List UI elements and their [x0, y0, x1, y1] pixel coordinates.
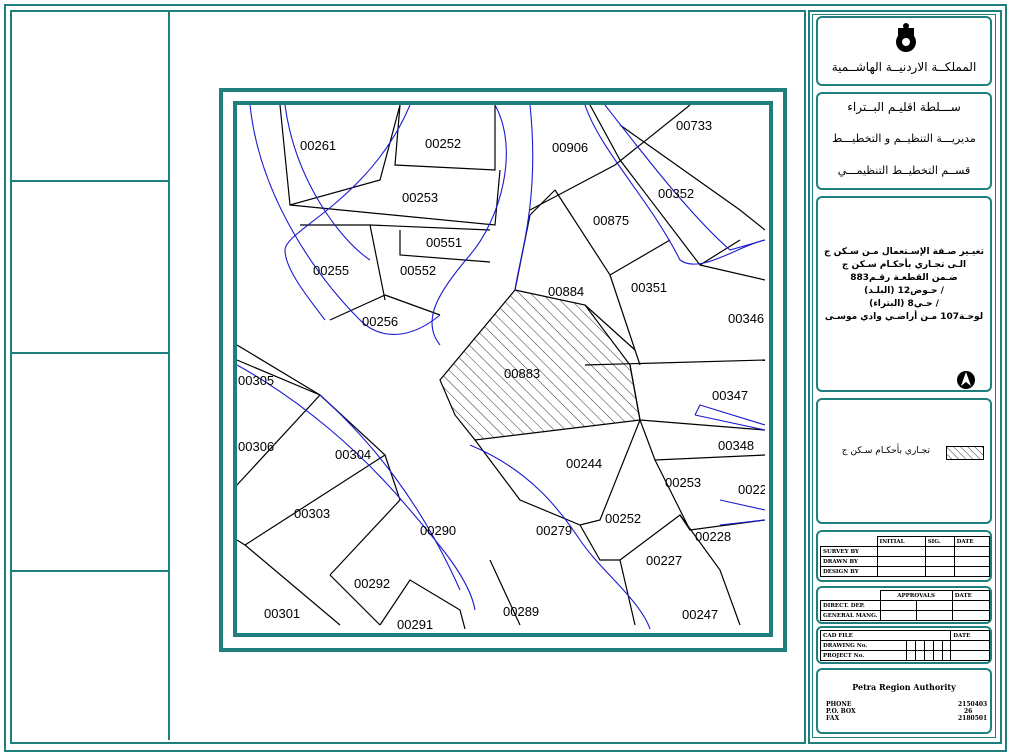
approvals-block: APPROVALS DATE DIRECT. DEP. GENERAL MANG…: [816, 586, 992, 624]
parcel-label: 00244: [566, 456, 602, 471]
description-line-1: تغيـير صـفة الإسـتعمال مـن سـكن ج: [823, 247, 985, 257]
authority-name: ســـلطة اقليـم البــتراء: [847, 100, 961, 114]
parcel-label: 00252: [605, 511, 641, 526]
approvals-date: DATE: [951, 590, 991, 601]
department-name: قســم التخطيــط التنظيمـــي: [837, 164, 971, 177]
emblem-panel: المملكــة الاردنيــة الهاشــمية: [816, 16, 992, 86]
parcel-label: 00906: [552, 140, 588, 155]
parcel-label: 00875: [593, 213, 629, 228]
col-initial: INITIAL: [876, 536, 926, 547]
north-arrow-icon: [957, 371, 975, 389]
parcel-00883-highlight: [439, 289, 641, 441]
parcel-label: 00292: [354, 576, 390, 591]
parcel-label: 00304: [335, 447, 371, 462]
parcel-label: 00733: [676, 118, 712, 133]
parcel-label: 00346: [728, 311, 764, 326]
left-strip-line-3: [12, 570, 168, 572]
parcel-label: 00884: [548, 284, 584, 299]
parcel-label: 00291: [397, 617, 433, 629]
fax-value: 2180501: [958, 715, 988, 722]
parcel-label: 00301: [264, 606, 300, 621]
parcel-label: 00256: [362, 314, 398, 329]
row-drawn: DRAWN BY: [820, 556, 878, 567]
parcel-label: 00305: [238, 373, 274, 388]
description-line-4: / حـوض12 (البلـد): [864, 286, 944, 296]
cad-block: CAD FILE DATE DRAWING No. PROJECT No.: [816, 626, 992, 664]
row-direct-dep: DIRECT. DEP.: [820, 600, 881, 611]
parcel-label: 00289: [503, 604, 539, 619]
parcel-label: 00279: [536, 523, 572, 538]
cadastral-map[interactable]: 00261 00252 00906 00733 00253 00352 0087…: [237, 105, 765, 629]
parcel-label: 00883: [504, 366, 540, 381]
cad-file-header: CAD FILE: [819, 630, 952, 641]
parcel-label: 00352: [658, 186, 694, 201]
row-design: DESIGN BY: [820, 566, 878, 577]
org-name: Petra Region Authority: [852, 682, 956, 692]
parcel-label: 00351: [631, 280, 667, 295]
authority-panel: ســـلطة اقليـم البــتراء مديريـــة التنظ…: [816, 92, 992, 190]
crown-emblem-icon: [896, 23, 916, 52]
parcel-label: 00253: [402, 190, 438, 205]
parcel-label: 00348: [718, 438, 754, 453]
description-line-2: الـى تجـاري بأحكـام سـكن ج: [841, 260, 967, 270]
parcel-label: 00225: [738, 482, 765, 497]
parcel-label: 00247: [682, 607, 718, 622]
row-drawing-no: DRAWING No.: [819, 640, 908, 651]
legend-hatch-swatch: [946, 446, 984, 460]
parcel-label: 00551: [426, 235, 462, 250]
kingdom-name: المملكــة الاردنيــة الهاشــمية: [831, 60, 977, 74]
fax-label: FAX: [826, 715, 840, 722]
col-sig: SIG.: [924, 536, 955, 547]
parcel-label: 00227: [646, 553, 682, 568]
parcel-label: 00255: [313, 263, 349, 278]
parcel-label: 00252: [425, 136, 461, 151]
col-date: DATE: [953, 536, 991, 547]
left-strip-divider: [168, 12, 170, 740]
phone-value: 2150403: [958, 701, 988, 708]
row-survey: SURVEY BY: [820, 546, 878, 557]
directorate-name: مديريـــة التنظيــم و التخطيـــط: [832, 132, 976, 145]
legend-label: تجـاري بأحكـام سـكن ج: [841, 446, 930, 456]
parcel-label: 00552: [400, 263, 436, 278]
row-general-mang: GENERAL MANG.: [820, 610, 881, 621]
description-panel: تغيـير صـفة الإسـتعمال مـن سـكن ج الـى ت…: [816, 196, 992, 392]
parcel-label: 00347: [712, 388, 748, 403]
parcel-label: 00303: [294, 506, 330, 521]
parcel-label: 00290: [420, 523, 456, 538]
signature-block: INITIAL SIG. DATE SURVEY BY DRAWN BY DES…: [816, 530, 992, 582]
description-line-5: / حـي8 (البتراء): [869, 299, 939, 309]
approvals-header: APPROVALS: [879, 590, 953, 601]
legend-panel: تجـاري بأحكـام سـكن ج: [816, 398, 992, 524]
parcel-label: 00253: [665, 475, 701, 490]
parcel-label: 00306: [238, 439, 274, 454]
row-project-no: PROJECT No.: [819, 650, 908, 661]
parcel-label: 00228: [695, 529, 731, 544]
cad-date: DATE: [950, 630, 990, 641]
left-strip-line-2: [12, 352, 168, 354]
left-strip-line-1: [12, 180, 168, 182]
description-line-3: ضـمن القطعـة رقـم883: [850, 273, 958, 283]
parcel-label: 00261: [300, 138, 336, 153]
description-line-6: لوحـة107 مـن أراضـي وادي موسـى: [824, 312, 984, 322]
footer-panel: Petra Region Authority PHONE 2150403 P.O…: [816, 668, 992, 734]
